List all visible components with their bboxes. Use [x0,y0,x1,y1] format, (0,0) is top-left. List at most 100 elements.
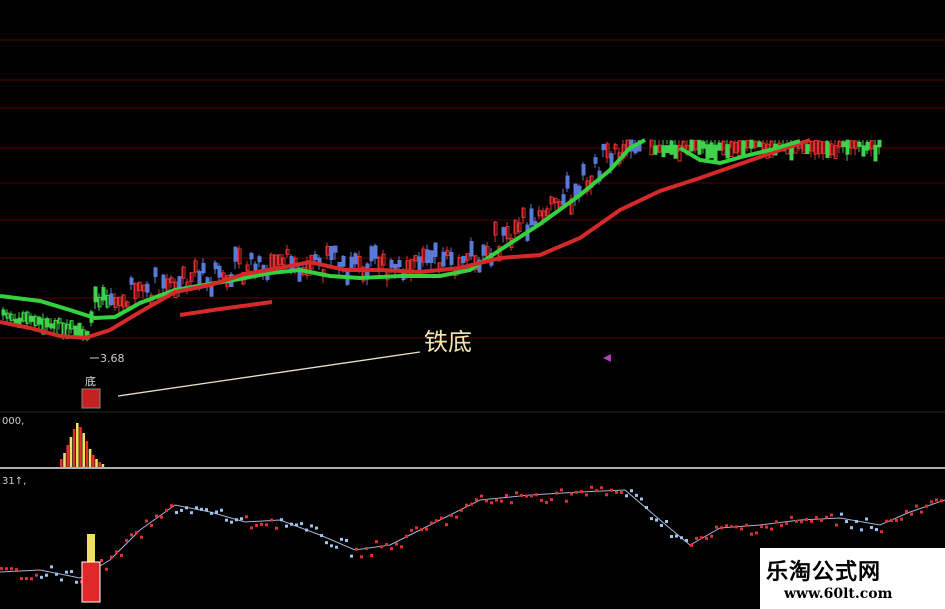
indicator-bar [63,453,66,467]
indicator-bar [76,423,79,467]
oscillator-dot [360,555,363,559]
oscillator-dot [195,506,198,510]
oscillator-dot [930,500,933,504]
oscillator-dot [500,499,503,503]
oscillator-dot [540,498,543,502]
oscillator-dot [745,523,748,527]
oscillator-dot [510,501,513,505]
oscillator-dot [255,524,258,528]
oscillator-dot [805,517,808,521]
oscillator-dot [20,577,23,581]
watermark-url: www.60lt.com [784,586,893,602]
indicator-bars [60,423,105,467]
candle-body [561,194,566,205]
oscillator-dot [620,491,623,495]
oscillator-dot [545,500,548,504]
oscillator-dot [800,520,803,524]
oscillator-dot [775,520,778,524]
oscillator-dot [610,488,613,492]
oscillator-dot [70,570,73,574]
cursor-arrow-icon [603,354,611,362]
oscillator-dot [605,493,608,497]
oscillator-dot [885,519,888,523]
oscillator-dot [710,534,713,538]
candle-body [425,249,430,264]
oscillator-dot [915,504,918,508]
oscillator-dot [525,494,528,498]
candle-body [161,274,166,289]
oscillator-dot [425,527,428,531]
candle-body [593,157,598,164]
oscillator-dot [205,508,208,512]
oscillator-dot [65,570,68,574]
oscillator-dot [410,528,413,532]
oscillator-dot [160,515,163,519]
oscillator-dot [405,534,408,538]
oscillator-dot [575,490,578,494]
candle-body [713,144,718,161]
oscillator-dot [815,515,818,519]
candle-body [805,144,810,155]
oscillator-dot [150,523,153,527]
oscillator-dot [260,522,263,526]
candle-body [861,145,866,157]
indicator-bar [95,459,98,467]
candle-body [45,318,50,328]
oscillator-dot [550,498,553,502]
oscillator-dot [740,527,743,531]
panel3-label: 31↑, [2,476,26,487]
candle-body [417,256,422,270]
oscillator-dot [645,506,648,510]
oscillator-dot [465,503,468,507]
candle-body [701,141,706,149]
oscillator-dot [820,518,823,522]
oscillator-dot [655,518,658,522]
oscillator-dot [760,525,763,529]
oscillator-dot [370,553,373,557]
oscillator-dot [155,514,158,518]
oscillator-dot [115,550,118,554]
candle-body [329,246,334,260]
oscillator-dot [730,525,733,529]
candle-body [333,245,338,253]
indicator-bar [66,445,69,467]
oscillator-dot [430,521,433,525]
candle-body [705,144,710,160]
candle-body [129,277,134,285]
candle-body [717,142,722,151]
oscillator-dot [230,520,233,524]
candle-body [725,144,730,159]
oscillator-dot [480,494,483,498]
candle-body [389,259,394,268]
candle-body [529,208,534,226]
oscillator-dot [265,523,268,527]
oscillator-dot [670,535,673,539]
oscillator-dot [200,507,203,511]
oscillator-dot [720,526,723,530]
oscillator-dot [615,490,618,494]
oscillator-dot [590,485,593,489]
oscillator-dot [385,543,388,547]
oscillator-dot [210,511,213,515]
oscillator-dot [845,520,848,524]
oscillator-dot [40,575,43,579]
oscillator-dot [270,518,273,522]
oscillator-dot [450,513,453,517]
oscillator-dot [810,519,813,523]
oscillator-dot [475,498,478,502]
oscillator-dot [175,511,178,515]
oscillator-dot [45,573,48,577]
oscillator-dot [910,512,913,516]
oscillator-dot [685,538,688,542]
candle-body [665,145,670,154]
oscillator-dot [585,493,588,497]
oscillator-dot [835,523,838,527]
signal-bar-red [81,561,101,603]
oscillator-dot [855,519,858,523]
oscillator-dot [105,567,108,571]
candle-body [37,316,42,325]
oscillator-dot [560,488,563,492]
oscillator-dot [135,531,138,535]
candle-body [373,245,378,259]
oscillator-dot [5,567,8,571]
